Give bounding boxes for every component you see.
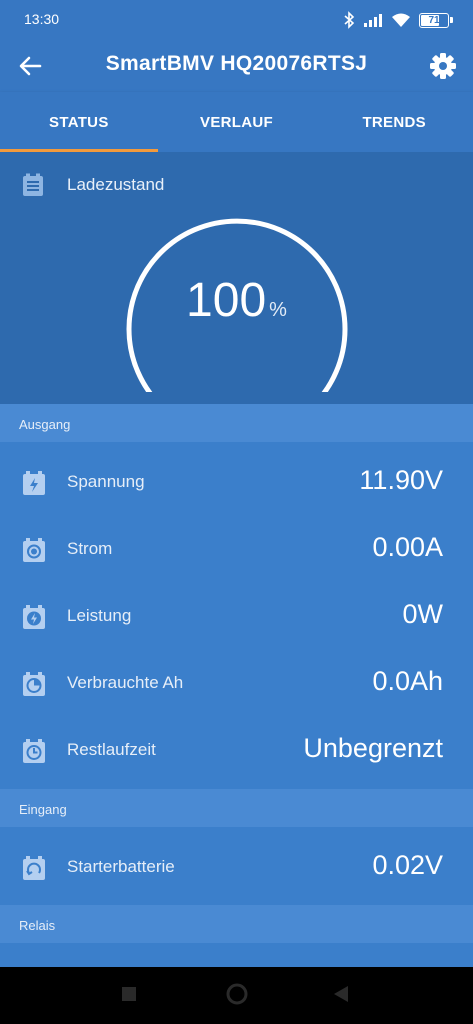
restlaufzeit-label: Restlaufzeit — [67, 740, 156, 759]
leistung-label: Leistung — [67, 606, 132, 625]
section-ausgang-label: Ausgang — [19, 417, 71, 432]
starter-battery-icon — [23, 856, 45, 880]
section-eingang: Eingang — [0, 789, 473, 827]
app-bar: SmartBMV HQ20076RTSJ — [0, 40, 473, 92]
starterbatterie-label: Starterbatterie — [67, 857, 175, 876]
status-time: 13:30 — [24, 11, 60, 27]
status-bar: 13:30 71 — [0, 0, 473, 40]
back-nav-icon[interactable] — [334, 986, 348, 1002]
tab-verlauf[interactable]: VERLAUF — [158, 92, 316, 152]
signal-icon — [364, 14, 382, 27]
power-icon — [23, 605, 45, 629]
clock-icon — [23, 739, 45, 763]
recents-icon[interactable] — [122, 987, 136, 1001]
system-navigation-bar — [0, 967, 473, 1024]
verbrauchte-label: Verbrauchte Ah — [67, 673, 184, 692]
section-relais: Relais — [0, 905, 473, 943]
spannung-label: Spannung — [67, 472, 145, 491]
battery-icon: 71 — [419, 12, 453, 28]
voltage-icon — [23, 471, 45, 495]
wifi-icon — [392, 13, 410, 27]
soc-value: 100% — [0, 273, 473, 328]
restlaufzeit-value: Unbegrenzt — [303, 733, 443, 763]
battery-list-icon — [23, 173, 43, 196]
bluetooth-icon — [344, 11, 355, 29]
starterbatterie-value: 0.02V — [372, 850, 443, 880]
status-icons: 71 — [343, 10, 453, 30]
strom-value: 0.00A — [372, 532, 443, 562]
soc-unit: % — [269, 299, 287, 321]
spannung-value: 11.90V — [359, 465, 443, 495]
row-starterbatterie[interactable]: Starterbatterie 0.02V — [0, 834, 473, 901]
state-of-charge-card: Ladezustand 100% — [0, 152, 473, 404]
current-icon — [23, 538, 45, 562]
row-verbrauchte-ah[interactable]: Verbrauchte Ah 0.0Ah — [0, 650, 473, 717]
soc-percent: 100 — [186, 274, 267, 327]
gear-icon[interactable] — [427, 50, 459, 82]
app-screen: 13:30 71 SmartBMV HQ20076RTSJ STATUS VER… — [0, 0, 473, 967]
tab-trends[interactable]: TRENDS — [315, 92, 473, 152]
row-spannung[interactable]: Spannung 11.90V — [0, 449, 473, 516]
row-strom[interactable]: Strom 0.00A — [0, 516, 473, 583]
home-icon[interactable] — [226, 983, 248, 1005]
section-relais-label: Relais — [19, 918, 56, 933]
verbrauchte-value: 0.0Ah — [372, 666, 443, 696]
battery-level: 71 — [428, 14, 440, 26]
tab-bar: STATUS VERLAUF TRENDS — [0, 92, 473, 152]
tab-status[interactable]: STATUS — [0, 92, 158, 152]
consumed-ah-icon — [23, 672, 45, 696]
leistung-value: 0W — [402, 599, 444, 629]
page-title: SmartBMV HQ20076RTSJ — [105, 52, 368, 75]
section-ausgang: Ausgang — [0, 404, 473, 442]
row-restlaufzeit[interactable]: Restlaufzeit Unbegrenzt — [0, 717, 473, 784]
section-eingang-label: Eingang — [19, 802, 67, 817]
row-leistung[interactable]: Leistung 0W — [0, 583, 473, 650]
strom-label: Strom — [67, 539, 113, 558]
